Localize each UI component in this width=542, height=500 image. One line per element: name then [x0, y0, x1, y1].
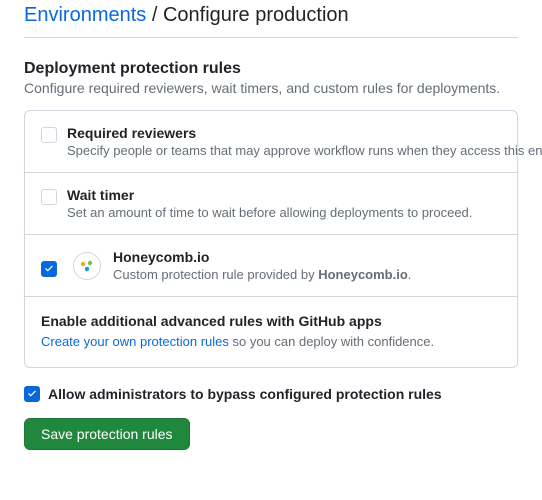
- wait-timer-desc: Set an amount of time to wait before all…: [67, 205, 501, 220]
- breadcrumb-current: Configure production: [163, 4, 349, 26]
- save-button[interactable]: Save protection rules: [24, 418, 190, 450]
- honeycomb-desc-suffix: .: [408, 267, 412, 282]
- rule-wait-timer: Wait timer Set an amount of time to wait…: [25, 173, 517, 235]
- wait-timer-title: Wait timer: [67, 187, 501, 203]
- rule-honeycomb: Honeycomb.io Custom protection rule prov…: [25, 235, 517, 297]
- advanced-link[interactable]: Create your own protection rules: [41, 334, 229, 349]
- bypass-checkbox[interactable]: [24, 386, 40, 402]
- breadcrumb-parent-link[interactable]: Environments: [24, 4, 146, 26]
- honeycomb-icon: [73, 252, 101, 280]
- section-title: Deployment protection rules: [24, 60, 518, 78]
- required-reviewers-desc: Specify people or teams that may approve…: [67, 143, 501, 158]
- bypass-label: Allow administrators to bypass configure…: [48, 386, 442, 402]
- rule-required-reviewers: Required reviewers Specify people or tea…: [25, 111, 517, 173]
- wait-timer-checkbox[interactable]: [41, 189, 57, 205]
- advanced-title: Enable additional advanced rules with Gi…: [41, 313, 501, 329]
- protection-rules-box: Required reviewers Specify people or tea…: [24, 110, 518, 368]
- honeycomb-title: Honeycomb.io: [113, 249, 501, 265]
- honeycomb-desc-app: Honeycomb.io: [318, 267, 408, 282]
- honeycomb-desc: Custom protection rule provided by Honey…: [113, 267, 501, 282]
- section-subtitle: Configure required reviewers, wait timer…: [24, 80, 518, 96]
- rule-advanced: Enable additional advanced rules with Gi…: [25, 297, 517, 367]
- advanced-rest: so you can deploy with confidence.: [229, 334, 434, 349]
- breadcrumb-separator: /: [146, 4, 163, 26]
- bypass-row: Allow administrators to bypass configure…: [24, 386, 518, 402]
- honeycomb-desc-prefix: Custom protection rule provided by: [113, 267, 318, 282]
- breadcrumb: Environments / Configure production: [24, 0, 518, 38]
- required-reviewers-checkbox[interactable]: [41, 127, 57, 143]
- honeycomb-checkbox[interactable]: [41, 261, 57, 277]
- required-reviewers-title: Required reviewers: [67, 125, 501, 141]
